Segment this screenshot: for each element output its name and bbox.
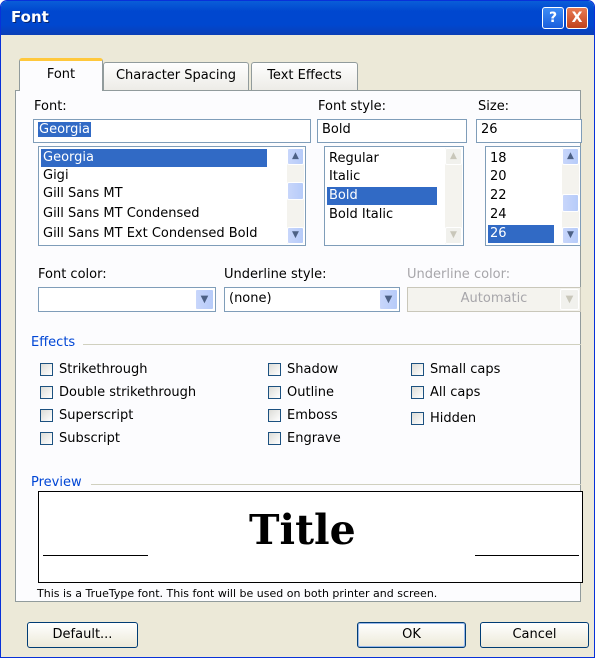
font-list-item[interactable]: Gill Sans MT [41,185,125,203]
checkbox-box[interactable] [40,432,53,445]
font-style-list-item[interactable]: Bold [327,187,437,205]
close-button[interactable]: X [566,7,588,29]
scroll-thumb[interactable] [287,182,304,200]
chevron-down-icon: ▼ [560,289,579,310]
tab-font[interactable]: Font [19,58,103,91]
subscript-checkbox[interactable]: Subscript [40,431,120,449]
scroll-up-icon[interactable]: ▲ [287,148,304,165]
font-color-label: Font color: [38,267,107,282]
ok-button[interactable]: OK [357,622,466,648]
size-list-item[interactable]: 26 [488,225,554,243]
preview-baseline-left [43,555,148,556]
chevron-down-icon[interactable]: ▼ [379,289,398,310]
size-list-item[interactable]: 24 [488,206,509,224]
superscript-checkbox[interactable]: Superscript [40,408,133,426]
font-style-list-item[interactable]: Regular [327,150,381,168]
scroll-down-icon: ▼ [445,227,462,244]
size-list[interactable]: 18 20 22 24 26 ▲ ▼ [485,146,581,246]
tab-text-effects[interactable]: Text Effects [251,62,358,91]
preview-note: This is a TrueType font. This font will … [37,587,438,600]
small-caps-checkbox[interactable]: Small caps [411,362,500,380]
effects-group-label: Effects [31,335,76,350]
font-style-list[interactable]: Regular Italic Bold Bold Italic ▲ ▼ [324,146,464,246]
help-button[interactable]: ? [542,7,564,29]
underline-style-label: Underline style: [224,267,327,282]
effects-divider [83,344,581,345]
checkbox-box[interactable] [268,432,281,445]
default-button[interactable]: Default... [27,622,138,648]
font-list-item[interactable]: Gill Sans MT Condensed [41,205,201,223]
all-caps-checkbox[interactable]: All caps [411,385,480,403]
preview-sample-text: Title [249,506,356,554]
underline-color-value: Automatic [460,291,528,306]
scroll-up-icon: ▲ [445,148,462,165]
size-list-scrollbar[interactable]: ▲ ▼ [562,148,579,244]
checkbox-box[interactable] [40,386,53,399]
size-list-item[interactable]: 20 [488,168,509,186]
scroll-up-icon[interactable]: ▲ [562,148,579,165]
preview-divider [91,484,581,485]
font-input[interactable]: Georgia [33,119,311,143]
font-style-input[interactable]: Bold [317,119,467,143]
checkbox-box[interactable] [411,363,424,376]
outline-checkbox[interactable]: Outline [268,385,334,403]
scroll-down-icon[interactable]: ▼ [287,227,304,244]
title-bar[interactable]: Font ? X [1,1,594,35]
checkbox-box[interactable] [40,409,53,422]
font-label: Font: [34,99,67,114]
tab-character-spacing[interactable]: Character Spacing [103,62,249,91]
chevron-down-icon[interactable]: ▼ [195,289,214,310]
font-list-item[interactable]: Gill Sans MT Ext Condensed Bold [41,225,259,243]
font-input-value: Georgia [38,122,91,137]
cancel-button[interactable]: Cancel [480,622,589,648]
preview-baseline-right [475,555,579,556]
size-label: Size: [478,99,510,114]
dialog-title: Font [11,8,49,26]
engrave-checkbox[interactable]: Engrave [268,431,341,449]
hidden-checkbox[interactable]: Hidden [411,411,476,429]
font-style-list-item[interactable]: Bold Italic [327,206,395,224]
font-list-item[interactable]: Georgia [41,149,267,167]
size-list-item[interactable]: 18 [488,150,509,168]
checkbox-box[interactable] [268,363,281,376]
checkbox-box[interactable] [411,386,424,399]
scroll-thumb[interactable] [562,194,579,212]
font-dialog: Font ? X Font Character Spacing Text Eff… [0,0,595,658]
checkbox-box[interactable] [268,409,281,422]
checkbox-box[interactable] [268,386,281,399]
preview-box: Title [38,491,583,583]
underline-style-value: (none) [229,291,272,306]
font-list-item[interactable]: Gigi [41,167,71,185]
font-style-list-item[interactable]: Italic [327,168,362,186]
shadow-checkbox[interactable]: Shadow [268,362,338,380]
double-strikethrough-checkbox[interactable]: Double strikethrough [40,385,196,403]
font-list-scrollbar[interactable]: ▲ ▼ [287,148,304,244]
checkbox-box[interactable] [411,412,424,425]
font-color-select[interactable]: ▼ [38,287,216,312]
font-style-scrollbar[interactable]: ▲ ▼ [445,148,462,244]
underline-style-select[interactable]: (none) ▼ [224,287,400,312]
strikethrough-checkbox[interactable]: Strikethrough [40,362,147,380]
checkbox-box[interactable] [40,363,53,376]
emboss-checkbox[interactable]: Emboss [268,408,338,426]
scroll-down-icon[interactable]: ▼ [562,227,579,244]
underline-color-label: Underline color: [407,267,511,282]
underline-color-select: Automatic ▼ [407,287,581,312]
font-style-label: Font style: [318,99,386,114]
preview-group-label: Preview [31,475,82,490]
size-input[interactable]: 26 [476,119,582,143]
size-list-item[interactable]: 22 [488,187,509,205]
font-list[interactable]: Georgia Gigi Gill Sans MT Gill Sans MT C… [38,146,306,246]
